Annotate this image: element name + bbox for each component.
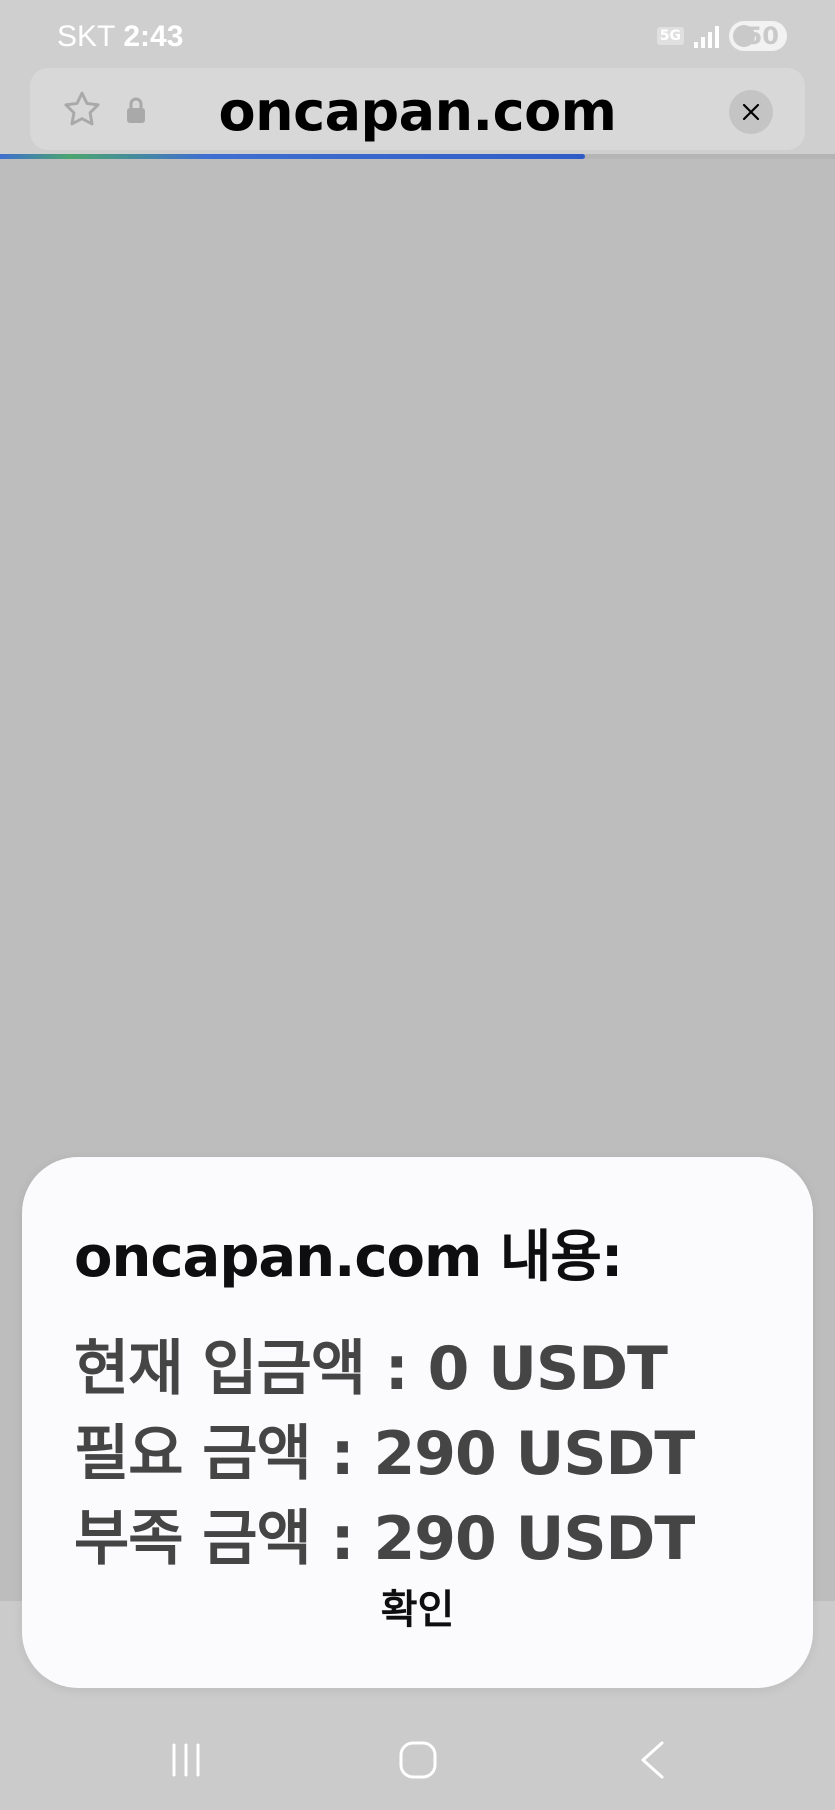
required-amount-line: 필요 금액 : 290 USDT [74, 1419, 695, 1489]
recent-apps-icon[interactable] [168, 1743, 204, 1777]
alert-dialog: oncapan.com 내용: 현재 입금액 : 0 USDT 필요 금액 : … [22, 1157, 813, 1688]
back-icon[interactable] [638, 1740, 666, 1780]
charging-icon [733, 25, 755, 47]
ok-button[interactable]: 확인 [22, 1577, 813, 1635]
status-bar: SKT 2:43 5G 50 [0, 0, 835, 66]
home-icon[interactable] [398, 1740, 438, 1780]
network-type-icon: 5G [656, 27, 684, 45]
carrier-time: SKT 2:43 [57, 20, 183, 54]
battery-icon: 50 [729, 21, 787, 51]
address-bar[interactable]: oncapan.com [30, 68, 805, 150]
shortfall-amount-line: 부족 금액 : 290 USDT [74, 1504, 695, 1574]
clock: 2:43 [123, 20, 184, 53]
current-deposit-line: 현재 입금액 : 0 USDT [74, 1334, 668, 1404]
close-tab-button[interactable] [729, 90, 773, 134]
signal-icon [694, 24, 719, 48]
dialog-title: oncapan.com 내용: [74, 1225, 623, 1290]
status-icons: 5G 50 [656, 20, 787, 52]
system-navigation-bar [0, 1700, 835, 1810]
browser-toolbar: oncapan.com [0, 66, 835, 158]
close-icon [742, 103, 760, 121]
url-text[interactable]: oncapan.com [30, 80, 805, 143]
carrier-name: SKT [57, 20, 116, 53]
